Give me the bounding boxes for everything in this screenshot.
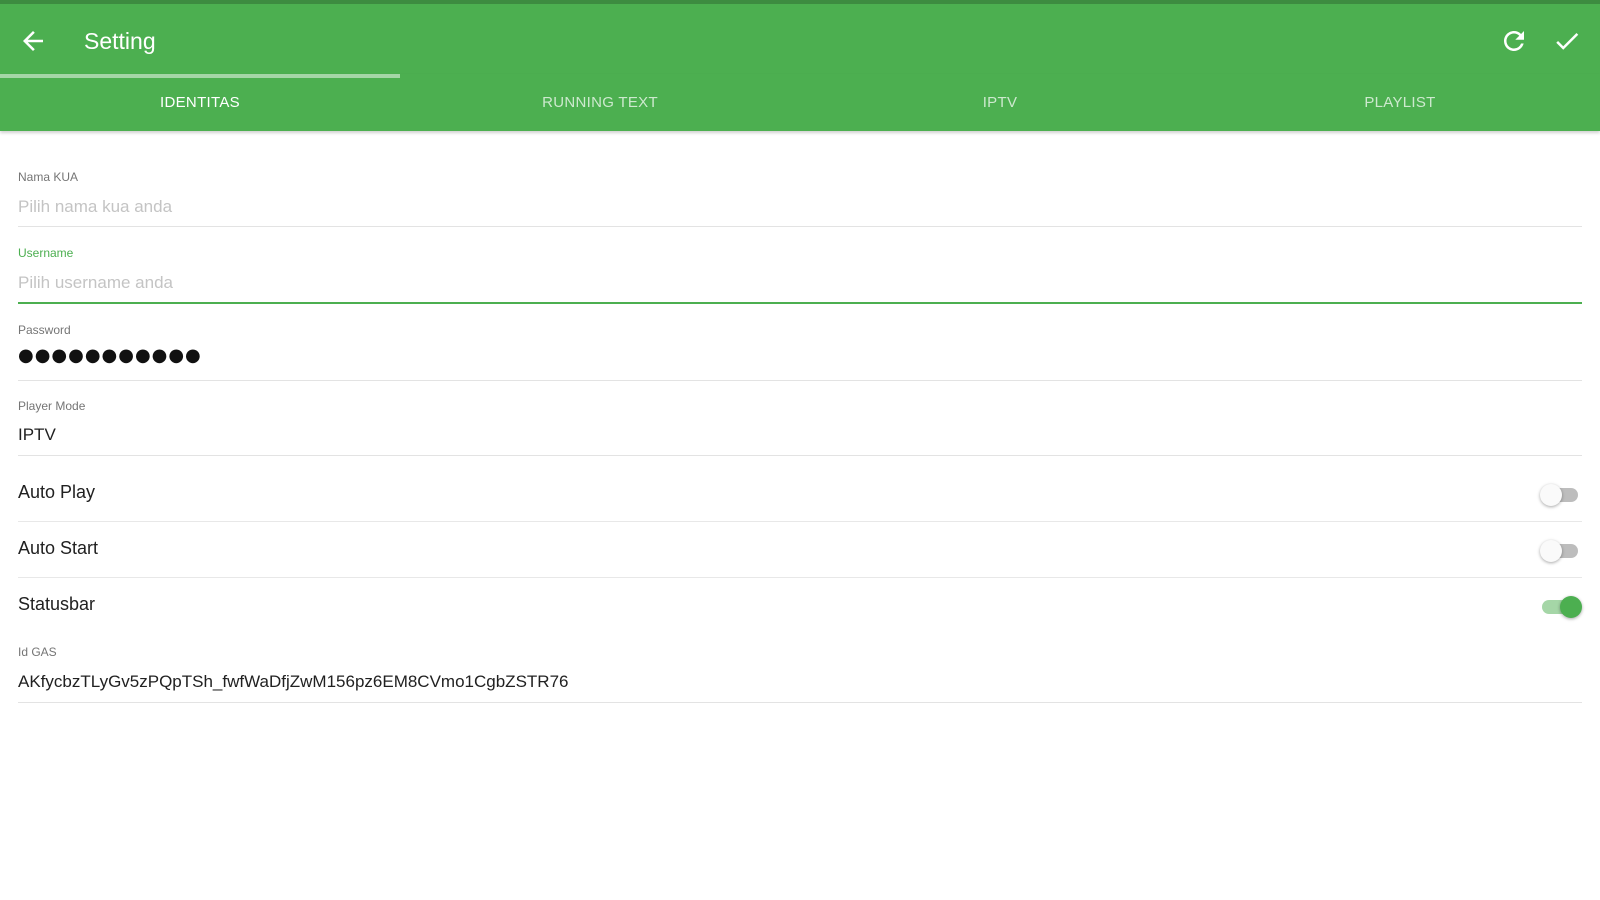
username-underline <box>18 302 1582 304</box>
password-field[interactable]: Password ●●●●●●●●●●● <box>18 323 1582 383</box>
refresh-icon <box>1504 31 1524 51</box>
player-mode-underline <box>18 455 1582 456</box>
switch-thumb <box>1540 484 1562 506</box>
id-gas-label: Id GAS <box>18 645 57 659</box>
app-bar: Setting <box>0 0 1600 78</box>
auto-play-switch[interactable] <box>1540 484 1582 506</box>
player-mode-value[interactable]: IPTV <box>18 425 56 445</box>
check-icon <box>1556 32 1579 50</box>
player-mode-field[interactable]: Player Mode IPTV <box>18 399 1582 457</box>
save-button[interactable] <box>1552 26 1582 56</box>
nama-kua-field: Nama KUA <box>18 170 1582 228</box>
tab-bar: IDENTITAS RUNNING TEXT IPTV PLAYLIST <box>0 74 1600 131</box>
nama-kua-input[interactable] <box>18 194 1582 220</box>
player-mode-label: Player Mode <box>18 399 86 413</box>
statusbar-row[interactable]: Statusbar <box>18 578 1582 634</box>
auto-play-row[interactable]: Auto Play <box>18 466 1582 522</box>
tab-running-text[interactable]: RUNNING TEXT <box>400 74 800 131</box>
id-gas-value[interactable]: AKfycbzTLyGv5zPQpTSh_fwfWaDfjZwM156pz6EM… <box>18 672 568 692</box>
back-button[interactable] <box>18 26 48 56</box>
nama-kua-underline <box>18 226 1582 227</box>
auto-start-label: Auto Start <box>18 538 99 558</box>
password-value[interactable]: ●●●●●●●●●●● <box>18 345 202 366</box>
switch-thumb <box>1560 596 1582 618</box>
tab-playlist[interactable]: PLAYLIST <box>1200 74 1600 131</box>
statusbar-label: Statusbar <box>18 594 96 614</box>
arrow-back-icon <box>23 31 43 51</box>
id-gas-underline <box>18 702 1582 703</box>
switch-thumb <box>1540 540 1562 562</box>
statusbar-switch[interactable] <box>1540 596 1582 618</box>
username-field: Username <box>18 246 1582 306</box>
username-input[interactable] <box>18 270 1582 296</box>
auto-start-row[interactable]: Auto Start <box>18 522 1582 578</box>
nama-kua-label: Nama KUA <box>18 170 79 184</box>
auto-play-label: Auto Play <box>18 482 96 502</box>
password-label: Password <box>18 323 71 337</box>
refresh-button[interactable] <box>1499 26 1529 56</box>
tab-identitas[interactable]: IDENTITAS <box>0 74 400 131</box>
password-underline <box>18 380 1582 381</box>
page-title: Setting <box>84 28 156 54</box>
auto-start-switch[interactable] <box>1540 540 1582 562</box>
id-gas-field[interactable]: Id GAS AKfycbzTLyGv5zPQpTSh_fwfWaDfjZwM1… <box>18 645 1582 705</box>
username-label: Username <box>18 246 74 260</box>
tab-iptv[interactable]: IPTV <box>800 74 1200 131</box>
